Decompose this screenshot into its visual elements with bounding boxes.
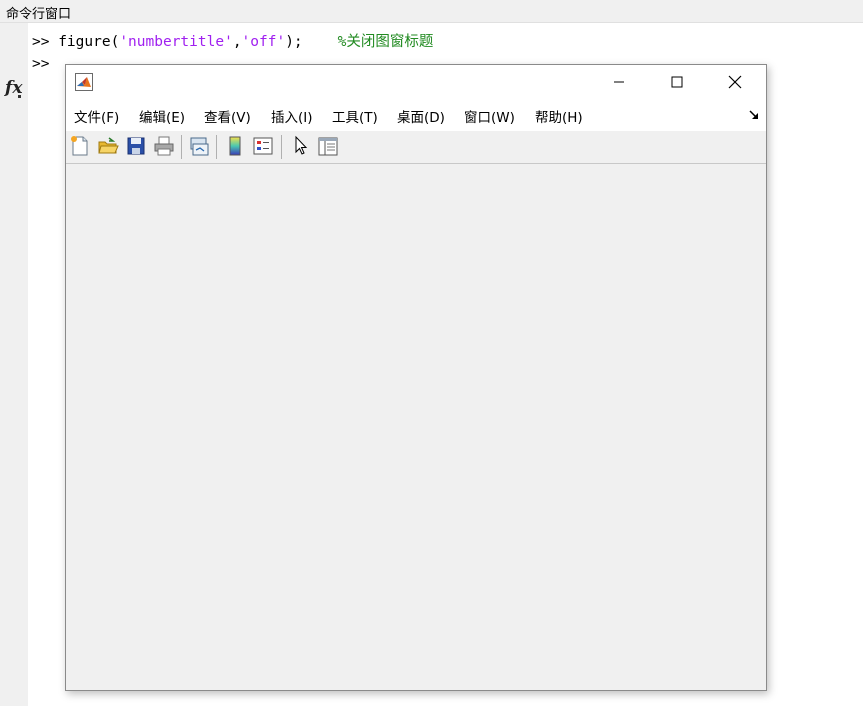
comma: , [232, 34, 242, 50]
command-end: ); [285, 34, 303, 50]
property-inspector-icon[interactable] [317, 135, 339, 157]
dock-arrow-icon[interactable] [748, 109, 760, 121]
figure-window[interactable]: 文件(F) 编辑(E) 查看(V) 插入(I) 工具(T) 桌面(D) 窗口(W… [65, 64, 767, 691]
matlab-logo-icon [75, 73, 93, 91]
close-icon [728, 75, 742, 89]
toolbar-separator [281, 135, 282, 159]
close-button[interactable] [712, 65, 758, 99]
string-literal: 'numbertitle' [119, 34, 233, 50]
minimize-button[interactable] [596, 65, 642, 99]
menu-window[interactable]: 窗口(W) [464, 106, 515, 126]
colorbar-icon[interactable] [224, 135, 246, 157]
open-file-icon[interactable] [97, 135, 119, 157]
command-line-2[interactable]: >> [32, 56, 49, 72]
figure-menubar: 文件(F) 编辑(E) 查看(V) 插入(I) 工具(T) 桌面(D) 窗口(W… [66, 99, 766, 132]
function-browser-dot [18, 95, 21, 98]
comment: %关闭图窗标题 [337, 34, 434, 50]
print-icon[interactable] [153, 135, 175, 157]
toolbar-separator [181, 135, 182, 159]
figure-canvas[interactable] [66, 164, 766, 690]
legend-icon[interactable] [252, 135, 274, 157]
prompt: >> [32, 56, 50, 72]
edit-plot-icon[interactable] [290, 135, 312, 157]
command-line-1[interactable]: >> figure('numbertitle','off'); %关闭图窗标题 [32, 30, 433, 51]
menu-insert[interactable]: 插入(I) [271, 106, 313, 126]
menu-edit[interactable]: 编辑(E) [139, 106, 185, 126]
menu-view[interactable]: 查看(V) [204, 106, 251, 126]
string-literal: 'off' [241, 34, 286, 50]
figure-titlebar[interactable] [66, 65, 766, 99]
menu-tools[interactable]: 工具(T) [332, 106, 378, 126]
maximize-button[interactable] [654, 65, 700, 99]
minimize-icon [614, 81, 624, 83]
new-figure-icon[interactable] [69, 135, 91, 157]
command-window-gutter: fx [0, 23, 28, 706]
toolbar-separator [216, 135, 217, 159]
save-icon[interactable] [125, 135, 147, 157]
link-plot-icon[interactable] [188, 135, 210, 157]
maximize-icon [671, 76, 683, 88]
command-window-title: 命令行窗口 [6, 7, 72, 22]
figure-toolbar [66, 131, 766, 164]
prompt: >> [32, 34, 50, 50]
menu-file[interactable]: 文件(F) [74, 106, 119, 126]
menu-help[interactable]: 帮助(H) [535, 106, 583, 126]
menu-desktop[interactable]: 桌面(D) [397, 106, 445, 126]
command-text: figure( [58, 34, 120, 50]
command-window-header: 命令行窗口 [0, 0, 863, 23]
